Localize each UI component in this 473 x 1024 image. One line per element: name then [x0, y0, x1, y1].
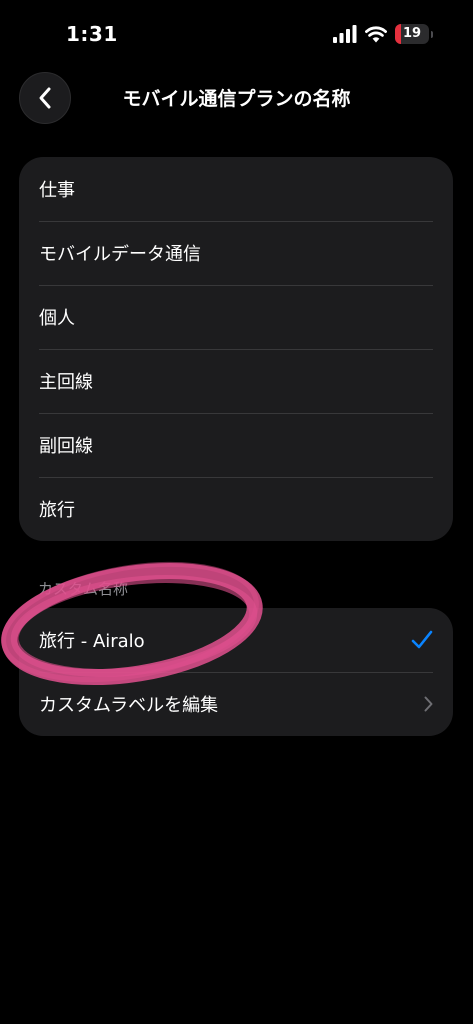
list-item-secondary[interactable]: 副回線 — [19, 413, 453, 477]
list-item-label: モバイルデータ通信 — [39, 244, 201, 265]
list-item-label: 仕事 — [39, 180, 75, 201]
chevron-right-icon — [424, 696, 433, 712]
list-item-primary[interactable]: 主回線 — [19, 349, 453, 413]
status-time: 1:31 — [66, 22, 118, 46]
custom-labels-list: 旅行 - Airalo カスタムラベルを編集 — [19, 608, 453, 736]
wifi-icon — [365, 26, 387, 43]
edit-custom-label-button[interactable]: カスタムラベルを編集 — [19, 672, 453, 736]
list-item-label: 旅行 — [39, 500, 75, 521]
preset-labels-list: 仕事 モバイルデータ通信 個人 主回線 副回線 旅行 — [19, 157, 453, 541]
list-item-label: 主回線 — [39, 372, 93, 393]
list-item-label: 個人 — [39, 308, 75, 329]
battery-indicator: 19 — [395, 24, 429, 44]
list-item-label: 副回線 — [39, 436, 93, 457]
list-item-travel[interactable]: 旅行 — [19, 477, 453, 541]
list-item-personal[interactable]: 個人 — [19, 285, 453, 349]
custom-section-header: カスタム名称 — [38, 580, 129, 598]
list-item-work[interactable]: 仕事 — [19, 157, 453, 221]
list-item-label: カスタムラベルを編集 — [39, 695, 219, 716]
list-item-mobile-data[interactable]: モバイルデータ通信 — [19, 221, 453, 285]
checkmark-icon — [411, 630, 433, 649]
status-bar: 1:31 19 — [0, 0, 473, 70]
navigation-bar: モバイル通信プランの名称 — [0, 70, 473, 126]
battery-level: 19 — [402, 26, 422, 41]
page-title: モバイル通信プランの名称 — [122, 88, 351, 110]
list-item-label: 旅行 - Airalo — [39, 631, 145, 652]
signal-bars-icon — [333, 25, 357, 43]
battery-tip — [431, 30, 433, 38]
status-icons: 19 — [333, 24, 433, 44]
list-item-custom-selected[interactable]: 旅行 - Airalo — [19, 608, 453, 672]
